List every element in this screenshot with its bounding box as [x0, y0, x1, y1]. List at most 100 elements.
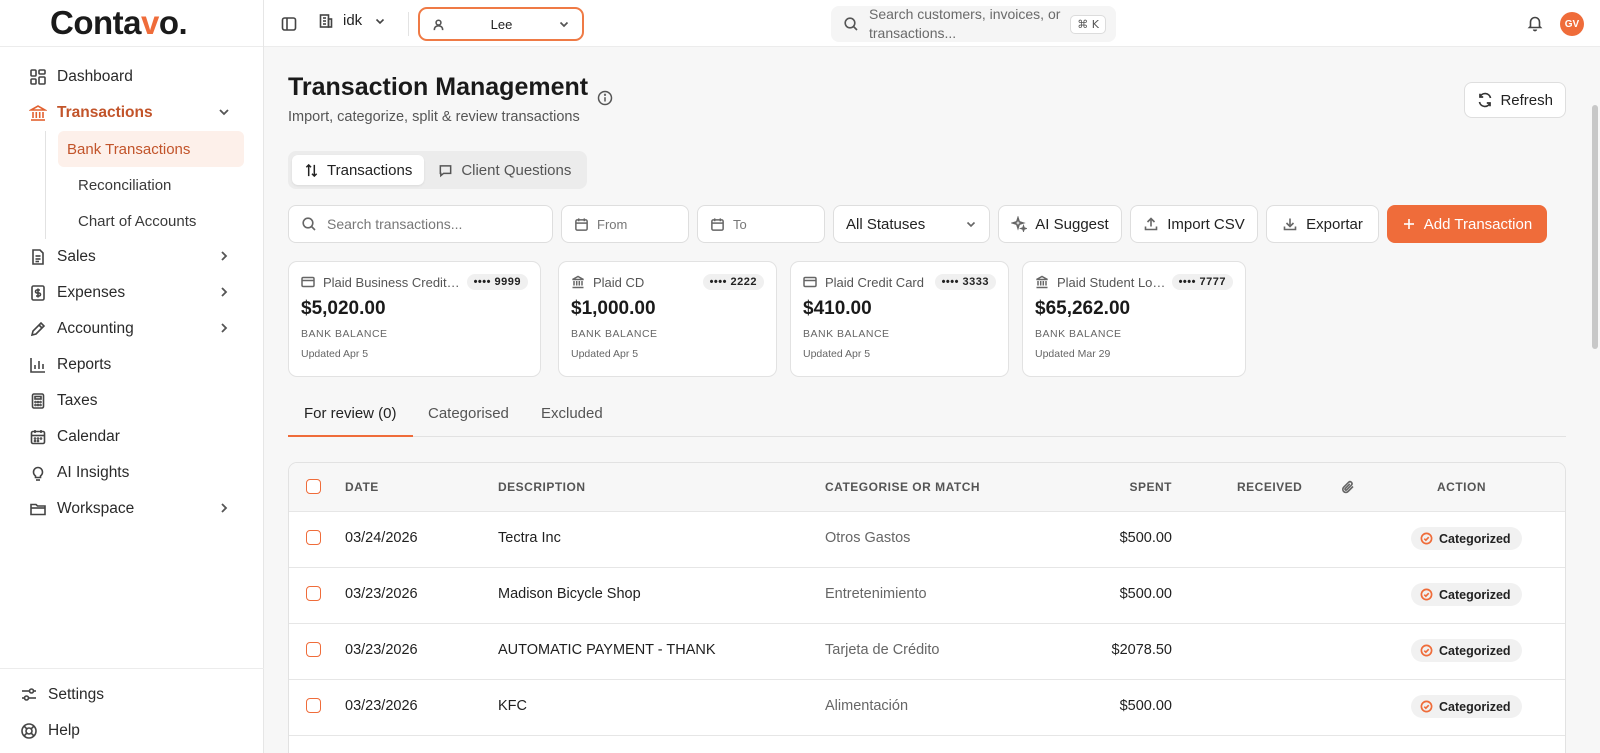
table-row[interactable]: 03/23/2026 AUTOMATIC PAYMENT - THANK Tar… [289, 624, 1565, 680]
account-mask: •••• 9999 [466, 274, 528, 290]
sidebar-item-calendar[interactable]: Calendar [0, 419, 263, 455]
account-card[interactable]: Plaid CD •••• 2222 $1,000.00 BANK BALANC… [558, 261, 777, 377]
status-badge[interactable]: Categorized [1411, 527, 1522, 550]
chevron-down-icon[interactable] [217, 105, 231, 119]
brand-accent: v [141, 4, 159, 41]
row-date: 03/23/2026 [345, 586, 418, 602]
row-category[interactable]: Entretenimiento [825, 586, 927, 602]
shortcut-key: K [1091, 17, 1099, 31]
credit-card-icon [803, 276, 817, 288]
tab-for-review[interactable]: For review (0) [288, 403, 413, 437]
calendar-icon [29, 428, 47, 446]
sidebar-item-ai-insights[interactable]: AI Insights [0, 455, 263, 491]
chevron-right-icon[interactable] [217, 285, 231, 299]
row-description: KFC [498, 698, 527, 714]
row-checkbox[interactable] [306, 698, 321, 713]
add-transaction-label: Add Transaction [1423, 215, 1533, 233]
row-category[interactable]: Otros Gastos [825, 530, 910, 546]
table-row[interactable]: 03/23/2026 Madison Bicycle Shop Entreten… [289, 568, 1565, 624]
row-description: Madison Bicycle Shop [498, 586, 641, 602]
table-row[interactable]: 03/24/2026 Tectra Inc Otros Gastos $500.… [289, 512, 1565, 568]
brand-logo[interactable]: Conta v o. [0, 0, 263, 47]
sidebar-item-taxes[interactable]: Taxes [0, 383, 263, 419]
sidebar-item-expenses[interactable]: Expenses [0, 275, 263, 311]
chevron-right-icon[interactable] [217, 249, 231, 263]
column-header-description[interactable]: DESCRIPTION [498, 480, 586, 494]
sidebar-subitem-chart-of-accounts[interactable]: Chart of Accounts [58, 203, 244, 239]
sidebar-item-dashboard[interactable]: Dashboard [0, 59, 263, 95]
row-checkbox[interactable] [306, 530, 321, 545]
status-badge[interactable]: Categorized [1411, 583, 1522, 606]
shortcut-hint: ⌘ K [1070, 14, 1106, 34]
refresh-button[interactable]: Refresh [1464, 82, 1566, 118]
sidebar-toggle-icon[interactable] [280, 15, 298, 33]
add-transaction-button[interactable]: Add Transaction [1387, 205, 1547, 243]
to-date-input[interactable]: To [697, 205, 825, 243]
transaction-search-input[interactable]: Search transactions... [288, 205, 553, 243]
tab-transactions[interactable]: Transactions [292, 155, 425, 185]
sidebar-subitem-reconciliation[interactable]: Reconciliation [58, 167, 244, 203]
client-selector[interactable]: Lee [418, 7, 584, 41]
tab-categorised[interactable]: Categorised [428, 403, 509, 437]
column-header-received[interactable]: RECEIVED [1237, 480, 1302, 494]
chevron-right-icon[interactable] [217, 501, 231, 515]
tab-client-questions[interactable]: Client Questions [426, 155, 583, 185]
bell-icon[interactable] [1526, 14, 1544, 35]
global-search[interactable]: Search customers, invoices, or transacti… [831, 6, 1116, 42]
calendar-icon [575, 217, 588, 231]
sidebar-item-settings[interactable]: Settings [0, 677, 264, 713]
sidebar-subitem-bank-transactions[interactable]: Bank Transactions [58, 131, 244, 167]
sidebar-item-label: Transactions [57, 104, 153, 121]
status-label: Categorized [1439, 643, 1511, 658]
account-card[interactable]: Plaid Credit Card •••• 3333 $410.00 BANK… [790, 261, 1009, 377]
column-header-spent[interactable]: SPENT [1089, 480, 1172, 494]
avatar[interactable]: GV [1560, 12, 1584, 36]
ai-suggest-button[interactable]: AI Suggest [998, 205, 1122, 243]
account-balance: $65,262.00 [1035, 298, 1131, 319]
topbar-divider [408, 12, 409, 36]
sidebar-item-reports[interactable]: Reports [0, 347, 263, 383]
account-name: Plaid Credit Card [825, 274, 924, 290]
sidebar-item-accounting[interactable]: Accounting [0, 311, 263, 347]
account-card[interactable]: Plaid Student Loan •••• 7777 $65,262.00 … [1022, 261, 1246, 377]
status-select[interactable]: All Statuses [833, 205, 990, 243]
from-date-input[interactable]: From [561, 205, 689, 243]
row-category[interactable]: Tarjeta de Crédito [825, 642, 939, 658]
sidebar-item-transactions[interactable]: Transactions [0, 95, 263, 131]
column-header-date[interactable]: DATE [345, 480, 379, 494]
select-all-checkbox[interactable] [306, 479, 321, 494]
sidebar-item-workspace[interactable]: Workspace [0, 491, 263, 527]
sidebar-item-label: Settings [48, 686, 105, 703]
export-button[interactable]: Exportar [1266, 205, 1379, 243]
search-placeholder: Search transactions... [327, 216, 463, 232]
column-header-action: ACTION [1437, 480, 1486, 494]
sidebar-item-help[interactable]: Help [0, 713, 264, 749]
status-badge[interactable]: Categorized [1411, 639, 1522, 662]
account-name: Plaid Business Credit Card [323, 274, 461, 290]
column-header-category[interactable]: CATEGORISE OR MATCH [825, 480, 980, 494]
scrollbar[interactable] [1592, 105, 1598, 349]
row-checkbox[interactable] [306, 586, 321, 601]
row-date: 03/23/2026 [345, 642, 418, 658]
search-icon [844, 17, 858, 31]
import-csv-label: Import CSV [1167, 215, 1245, 233]
import-csv-button[interactable]: Import CSV [1130, 205, 1258, 243]
workspace-name: idk [343, 12, 363, 29]
user-icon [433, 18, 444, 30]
bank-icon [29, 104, 47, 122]
table-row[interactable]: 03/23/2026 KFC Alimentación $500.00 Cate… [289, 680, 1565, 736]
sidebar-footer: Settings Help [0, 668, 264, 753]
chevron-right-icon[interactable] [217, 321, 231, 335]
info-icon[interactable] [597, 90, 613, 109]
transactions-table: DATE DESCRIPTION CATEGORISE OR MATCH SPE… [288, 462, 1566, 753]
table-header: DATE DESCRIPTION CATEGORISE OR MATCH SPE… [289, 463, 1565, 512]
row-checkbox[interactable] [306, 642, 321, 657]
workspace-selector[interactable]: idk [318, 12, 386, 29]
credit-card-icon [301, 276, 315, 288]
status-label: Categorized [1439, 531, 1511, 546]
row-category[interactable]: Alimentación [825, 698, 908, 714]
sidebar-item-sales[interactable]: Sales [0, 239, 263, 275]
account-card[interactable]: Plaid Business Credit Card •••• 9999 $5,… [288, 261, 541, 377]
status-badge[interactable]: Categorized [1411, 695, 1522, 718]
tab-excluded[interactable]: Excluded [541, 403, 603, 437]
